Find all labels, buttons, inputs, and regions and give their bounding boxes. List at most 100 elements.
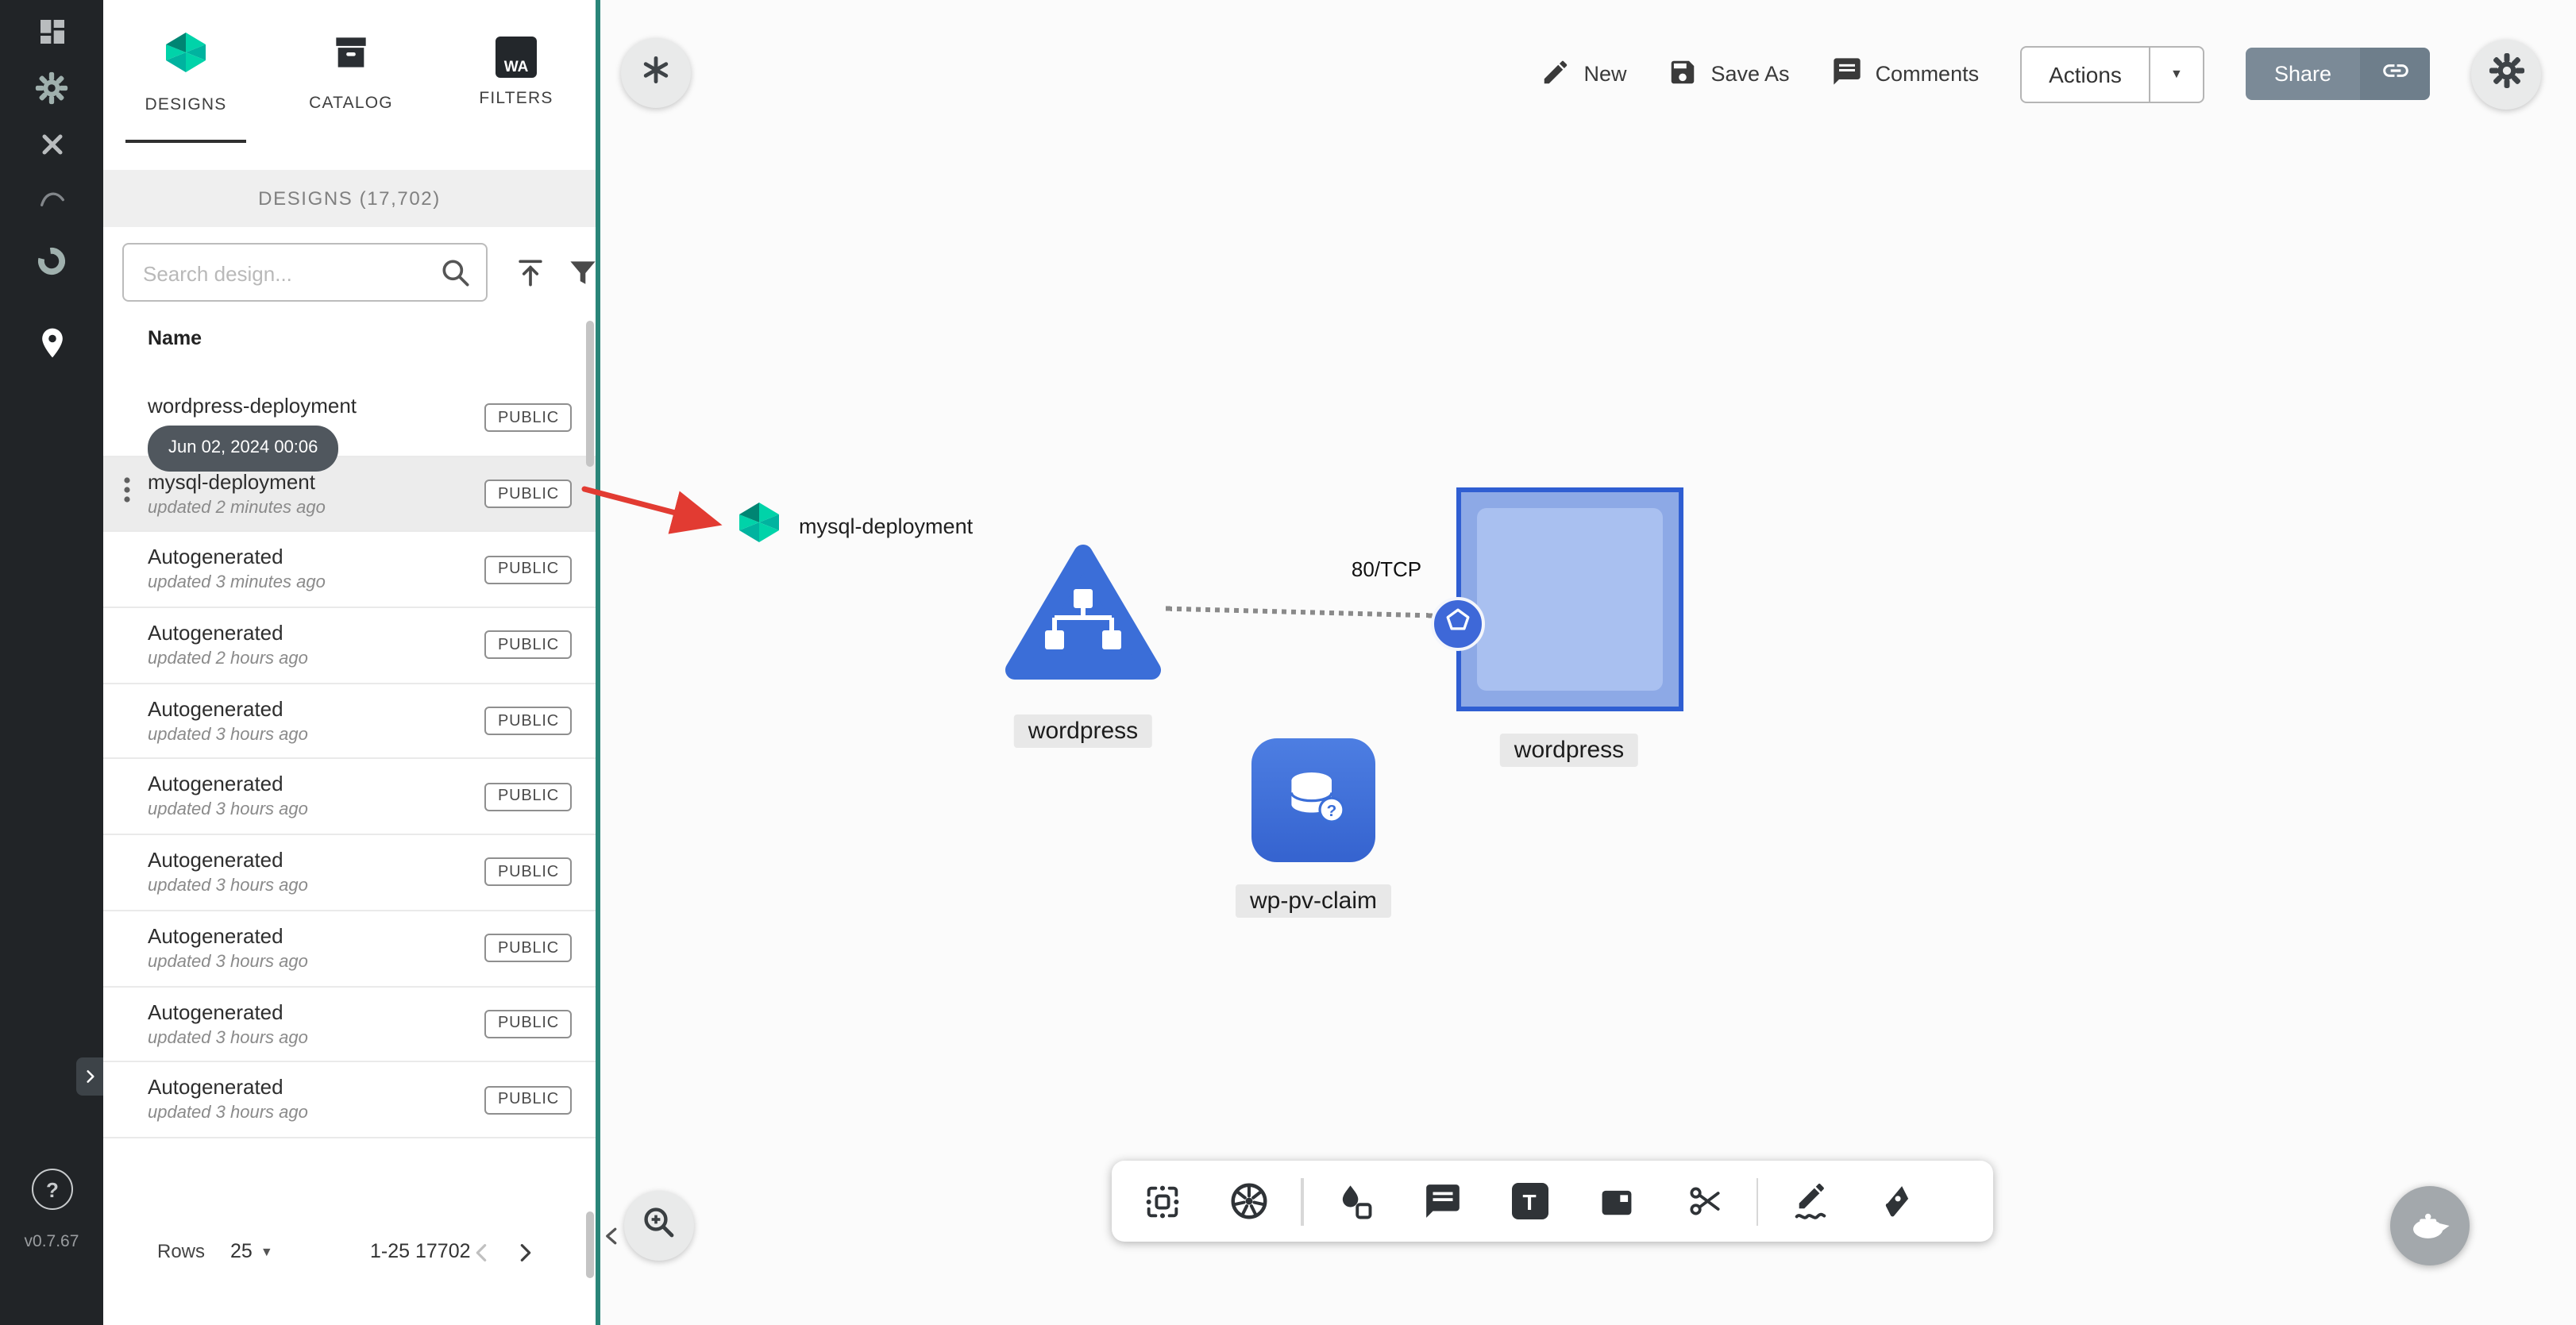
design-updated: updated 2 minutes ago — [148, 498, 326, 518]
actions-button[interactable]: Actions — [2020, 45, 2150, 102]
pagination-range: 1-25 17702 — [370, 1240, 471, 1262]
row-menu-icon[interactable] — [116, 476, 138, 512]
wordpress-service-node[interactable] — [1456, 487, 1683, 711]
design-updated: updated 3 hours ago — [148, 876, 308, 896]
note-tool-icon[interactable] — [1573, 1161, 1660, 1241]
next-page-icon[interactable] — [507, 1235, 542, 1270]
design-name: mysql-deployment — [148, 469, 315, 494]
pen-icon[interactable] — [1853, 1161, 1941, 1241]
list-scrollbar[interactable] — [586, 321, 594, 467]
tab-filters[interactable]: WA FILTERS — [434, 0, 599, 143]
design-list-item[interactable]: Autogenerated updated 2 hours ago PUBLIC — [103, 608, 596, 684]
tab-designs-label: DESIGNS — [145, 95, 227, 114]
wp-pv-claim-node[interactable]: ? — [1251, 738, 1375, 862]
save-icon — [1668, 56, 1699, 91]
visibility-badge: PUBLIC — [484, 403, 572, 433]
design-name: Autogenerated — [148, 923, 283, 948]
rows-label: Rows — [157, 1240, 206, 1262]
new-label: New — [1583, 62, 1627, 86]
meshery-logo-icon — [162, 29, 210, 84]
design-name: wordpress-deployment — [148, 394, 357, 418]
database-icon: ? — [1277, 760, 1350, 841]
performance-icon[interactable] — [0, 235, 103, 286]
mysql-deployment-node[interactable]: mysql-deployment — [735, 502, 973, 549]
search-input[interactable] — [140, 246, 440, 302]
prev-page-icon[interactable] — [465, 1235, 500, 1270]
design-list-item[interactable]: Autogenerated updated 3 hours ago PUBLIC — [103, 835, 596, 911]
design-name: Autogenerated — [148, 621, 283, 645]
design-list-item[interactable]: Autogenerated updated 3 hours ago PUBLIC — [103, 987, 596, 1063]
rows-per-page-select[interactable]: 25 ▼ — [230, 1240, 273, 1262]
chevron-down-icon: ▼ — [260, 1244, 273, 1258]
design-list-item[interactable]: Autogenerated updated 3 hours ago PUBLIC — [103, 911, 596, 987]
design-name: Autogenerated — [148, 848, 283, 872]
lamp-icon — [2408, 1200, 2452, 1252]
share-button[interactable]: Share — [2245, 48, 2360, 100]
scissors-icon[interactable] — [1660, 1161, 1748, 1241]
kubernetes-icon[interactable] — [1205, 1161, 1293, 1241]
panel-scrollbar[interactable] — [586, 1211, 594, 1278]
import-design-icon[interactable] — [510, 252, 551, 294]
dashboard-icon[interactable] — [0, 6, 103, 57]
design-list-item[interactable]: Autogenerated updated 3 hours ago PUBLIC — [103, 1062, 596, 1138]
name-column-header: Name — [148, 327, 202, 349]
tab-catalog[interactable]: CATALOG — [268, 0, 434, 143]
nav-rail: ? v0.7.67 — [0, 0, 103, 1325]
comment-tool-icon[interactable] — [1398, 1161, 1486, 1241]
comment-icon — [1831, 56, 1863, 92]
tab-designs[interactable]: DESIGNS — [103, 0, 268, 143]
wishes-button[interactable] — [2390, 1186, 2470, 1265]
design-updated: updated 3 hours ago — [148, 725, 308, 745]
wordpress-deployment-node-label[interactable]: wordpress — [1013, 714, 1153, 748]
catalog-icon — [329, 30, 373, 83]
lifecycle-icon[interactable] — [0, 173, 103, 224]
save-as-label: Save As — [1710, 62, 1790, 86]
visibility-badge: PUBLIC — [484, 857, 572, 887]
sidebar-expand-button[interactable] — [76, 1057, 103, 1096]
service-edge[interactable] — [1165, 606, 1433, 618]
pentagon-icon — [1440, 603, 1475, 645]
edge-port-label: 80/TCP — [1351, 557, 1422, 581]
meshmap-pin-icon[interactable] — [0, 318, 103, 368]
text-tool-icon[interactable]: T — [1486, 1161, 1573, 1241]
design-name: Autogenerated — [148, 545, 283, 569]
canvas-menu-button[interactable] — [621, 38, 691, 108]
design-list-item[interactable]: Autogenerated updated 3 hours ago PUBLIC — [103, 684, 596, 760]
visibility-badge: PUBLIC — [484, 707, 572, 736]
wordpress-service-node-body — [1477, 508, 1663, 691]
shapes-icon[interactable] — [1311, 1161, 1398, 1241]
comments-label: Comments — [1875, 62, 1980, 86]
toolbox-icon[interactable] — [0, 119, 103, 170]
freehand-draw-icon[interactable] — [1766, 1161, 1853, 1241]
actions-dropdown-icon[interactable]: ▼ — [2150, 45, 2204, 102]
collapse-panel-icon[interactable] — [599, 1211, 624, 1259]
comments-button[interactable]: Comments — [1831, 56, 1980, 92]
new-button[interactable]: New — [1541, 56, 1627, 91]
canvas-bottom-toolbar: T — [1112, 1161, 1993, 1242]
search-icon[interactable] — [438, 256, 473, 299]
copy-link-button[interactable] — [2360, 48, 2430, 100]
wasm-filters-icon: WA — [496, 36, 537, 77]
save-as-button[interactable]: Save As — [1668, 56, 1790, 91]
help-icon[interactable]: ? — [32, 1169, 73, 1210]
design-list-item[interactable]: Autogenerated updated 3 hours ago PUBLIC — [103, 760, 596, 836]
design-name: Autogenerated — [148, 772, 283, 796]
design-list-item[interactable]: Autogenerated updated 3 minutes ago PUBL… — [103, 533, 596, 609]
designs-count-header: DESIGNS (17,702) — [103, 170, 596, 227]
design-updated: updated 3 minutes ago — [148, 573, 326, 593]
service-port-badge[interactable] — [1431, 597, 1485, 651]
wordpress-deployment-node[interactable] — [1004, 541, 1163, 688]
wordpress-service-node-label[interactable]: wordpress — [1499, 734, 1639, 767]
wp-pv-claim-node-label[interactable]: wp-pv-claim — [1235, 884, 1392, 918]
settings-icon[interactable] — [0, 62, 103, 113]
canvas-settings-button[interactable] — [2471, 39, 2541, 109]
share-button-group: Share — [2245, 48, 2430, 100]
visibility-badge: PUBLIC — [484, 1085, 572, 1115]
text-tool-letter: T — [1522, 1188, 1537, 1214]
design-panel: DESIGNS CATALOG WA FILTERS DESIGNS (17,7… — [103, 0, 599, 1325]
design-canvas[interactable]: New Save As Comments Actions ▼ Share mys… — [599, 0, 2576, 1325]
meshery-app: ? v0.7.67 DESIGNS CATALOG WA FILTERS DES… — [0, 0, 2576, 1325]
component-browser-icon[interactable] — [1118, 1161, 1205, 1241]
asterisk-icon — [638, 52, 673, 94]
zoom-button[interactable] — [624, 1191, 694, 1261]
